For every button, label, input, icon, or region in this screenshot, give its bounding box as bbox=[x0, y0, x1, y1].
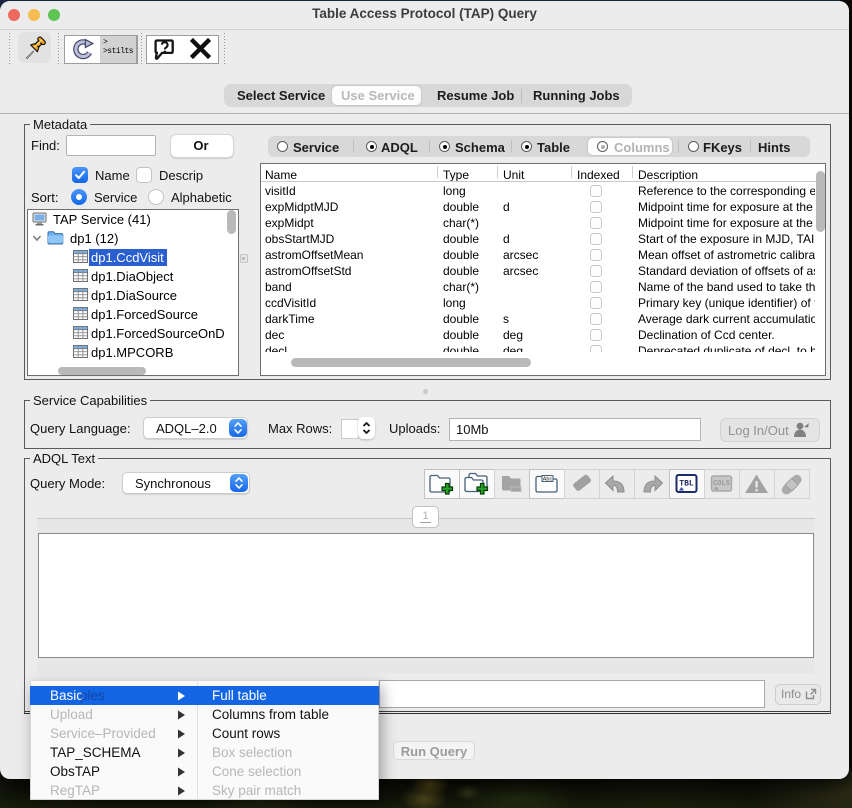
svg-text:Abc: Abc bbox=[543, 477, 553, 483]
svg-text:COLS: COLS bbox=[713, 480, 730, 488]
